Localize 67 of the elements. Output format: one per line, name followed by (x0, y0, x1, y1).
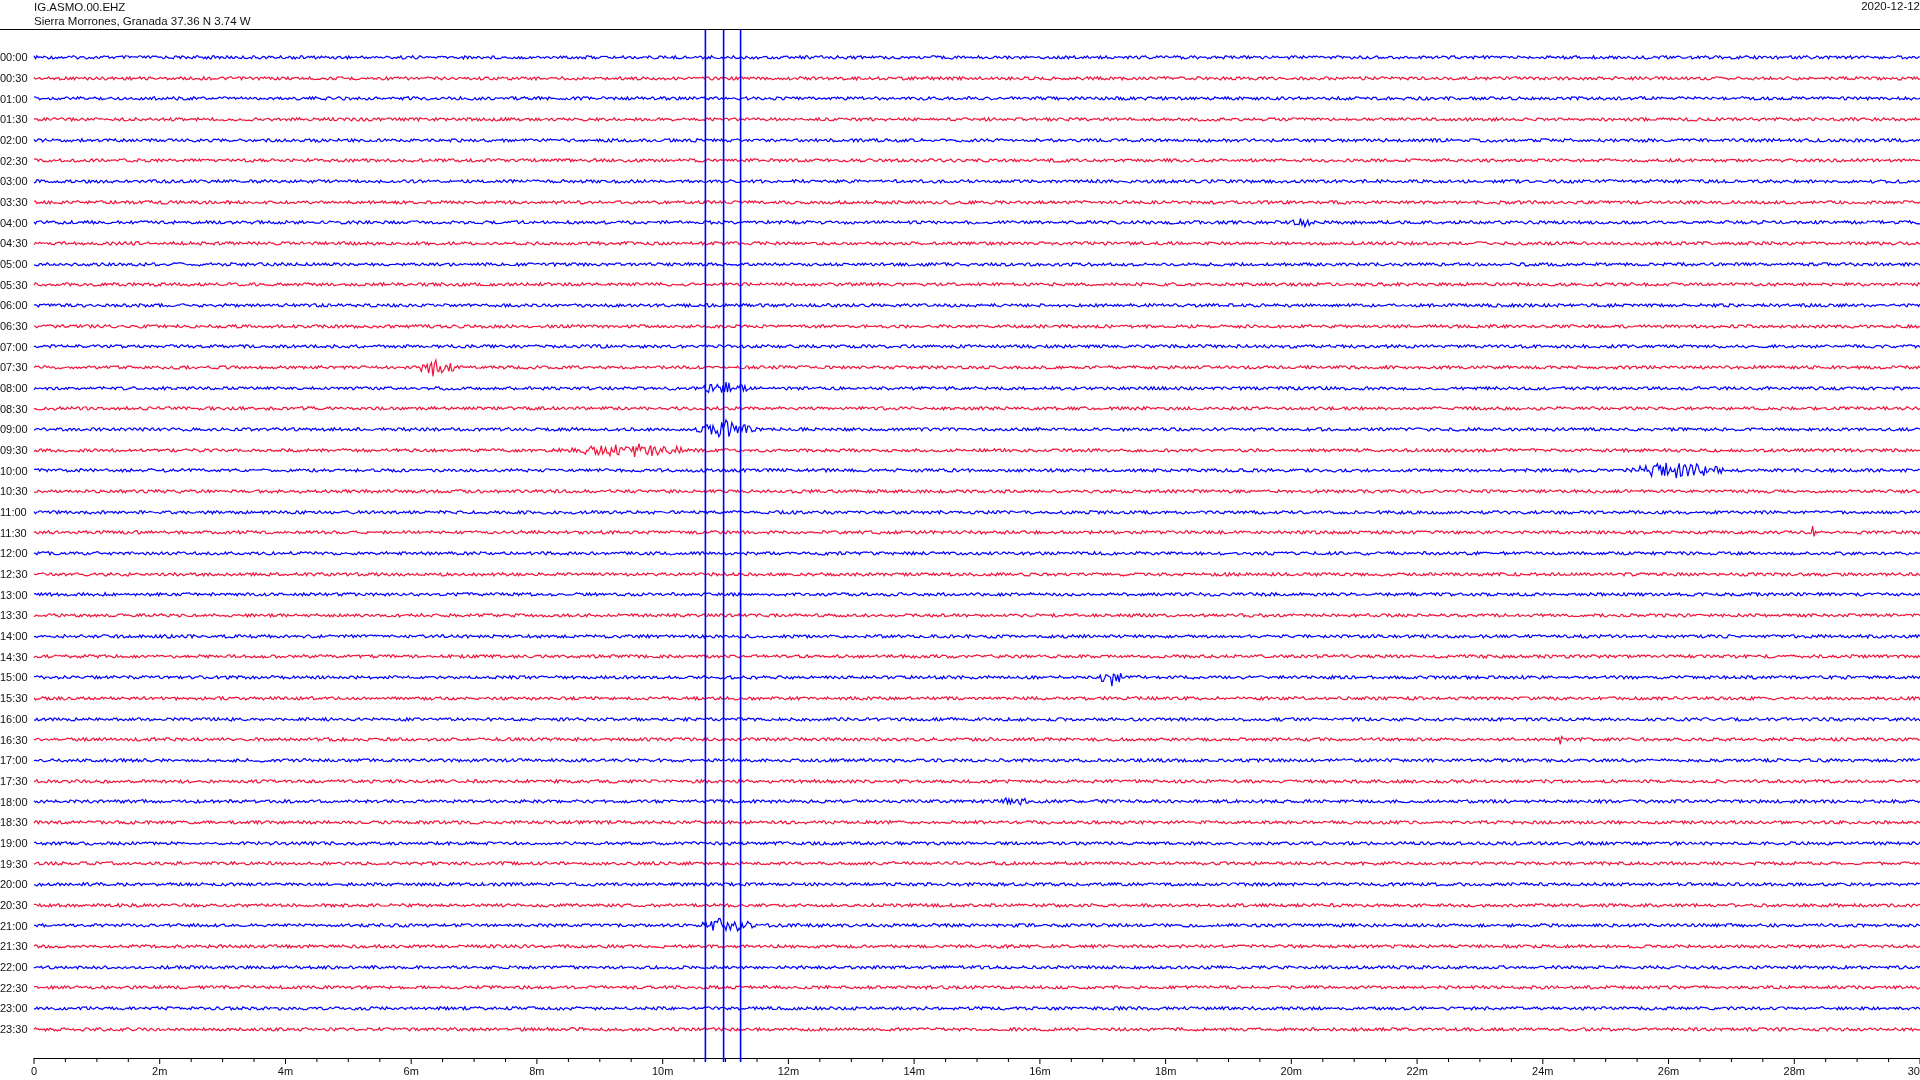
time-label: 17:30 (0, 774, 29, 787)
time-label: 05:00 (0, 258, 29, 271)
time-label: 10:30 (0, 485, 29, 498)
tick-label: 28m (1783, 1065, 1805, 1078)
time-label: 20:00 (0, 878, 29, 891)
time-label: 03:00 (0, 175, 29, 188)
time-label: 12:00 (0, 547, 29, 560)
tick-label: 18m (1154, 1065, 1177, 1078)
time-label: 18:30 (0, 816, 29, 829)
tick-label: 22m (1406, 1065, 1428, 1078)
time-label: 11:30 (0, 526, 28, 539)
time-label: 10:00 (0, 464, 29, 477)
time-label: 04:30 (0, 237, 29, 250)
time-label: 00:30 (0, 72, 29, 84)
tick-label: 2m (152, 1065, 168, 1078)
time-label: 16:00 (0, 712, 29, 725)
time-label: 02:30 (0, 154, 29, 167)
time-label: 11:00 (0, 506, 28, 519)
time-label: 03:30 (0, 196, 29, 209)
time-label: 17:00 (0, 754, 29, 767)
time-label: 16:30 (0, 733, 29, 746)
time-label: 07:00 (0, 340, 29, 353)
tick-label: 30 (1907, 1065, 1920, 1078)
time-label: 23:30 (0, 1022, 29, 1035)
time-label: 07:30 (0, 361, 29, 374)
time-label: 13:00 (0, 588, 29, 601)
tick-label: 16m (1029, 1065, 1051, 1078)
tick-label: 14m (903, 1065, 925, 1078)
time-label: 02:00 (0, 134, 29, 146)
plot-date: 2020-12-12 (1861, 0, 1920, 14)
station-code: IG.ASMO.00.EHZ (34, 0, 127, 14)
tick-label: 6m (403, 1065, 419, 1078)
tick-label: 10m (652, 1065, 674, 1078)
time-label: 06:30 (0, 320, 29, 333)
tick-label: 20m (1280, 1065, 1302, 1078)
time-label: 15:30 (0, 692, 29, 705)
time-label: 21:30 (0, 940, 29, 953)
time-label: 01:30 (0, 113, 29, 126)
time-label: 19:00 (0, 836, 29, 849)
time-label: 12:30 (0, 568, 29, 581)
time-label: 09:00 (0, 423, 29, 436)
tick-label: 26m (1657, 1065, 1680, 1078)
time-label: 22:30 (0, 981, 29, 994)
time-label: 04:00 (0, 216, 29, 229)
time-label: 00:00 (0, 51, 29, 64)
time-label: 22:00 (0, 960, 29, 973)
time-label: 14:00 (0, 630, 29, 643)
tick-label: 12m (777, 1065, 800, 1078)
time-label: 13:30 (0, 609, 29, 622)
time-label: 19:30 (0, 857, 29, 870)
time-label: 15:00 (0, 671, 29, 684)
time-label: 18:00 (0, 795, 29, 808)
time-label: 06:00 (0, 299, 29, 312)
tick-label: 4m (277, 1065, 294, 1078)
time-label: 08:30 (0, 402, 29, 415)
time-label: 01:00 (0, 92, 29, 105)
time-label: 08:00 (0, 382, 29, 395)
tick-label: 24m (1532, 1065, 1554, 1078)
tick-label: 8m (529, 1065, 545, 1078)
time-label: 21:00 (0, 919, 29, 932)
time-label: 20:30 (0, 898, 29, 911)
time-label: 23:00 (0, 1002, 29, 1015)
station-location: Sierra Morrones, Granada 37.36 N 3.74 W (34, 14, 251, 28)
time-label: 09:30 (0, 444, 29, 457)
time-label: 05:30 (0, 278, 29, 291)
time-label: 14:30 (0, 650, 29, 663)
tick-label: 0 (30, 1065, 38, 1078)
